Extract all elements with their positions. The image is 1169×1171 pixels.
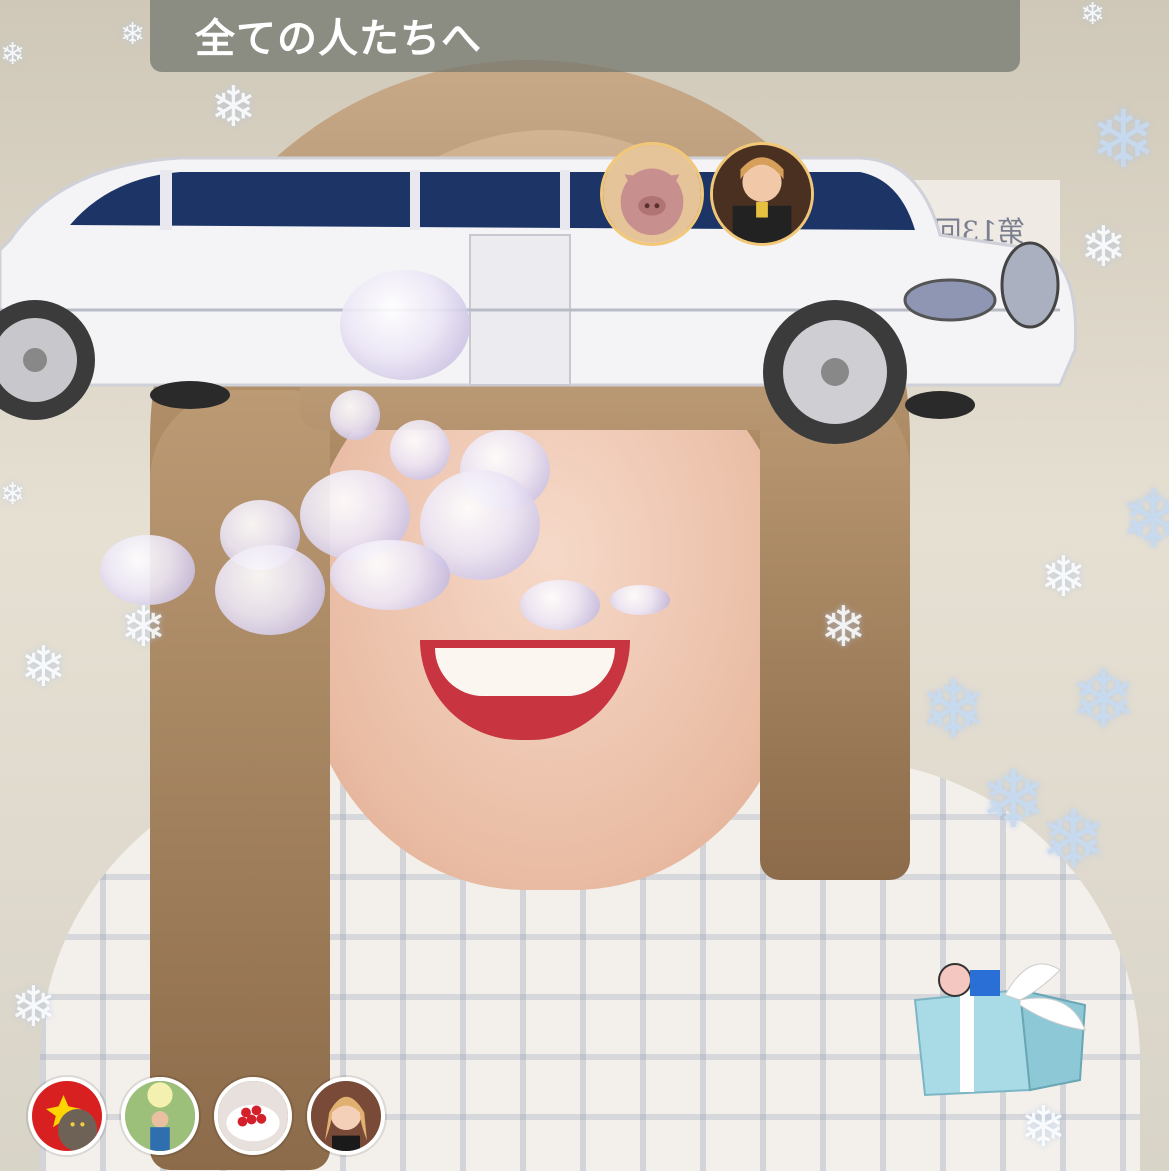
snowflake-icon: ❄ [210,75,257,140]
snowflake-icon: ❄ [1020,1095,1067,1160]
snowflake-icon: ❄ [1040,793,1108,886]
cat-avatar-icon [32,1081,102,1151]
viewer-avatar-cat[interactable] [28,1077,106,1155]
snowflake-icon: ❄ [1040,545,1087,610]
snowflake-icon: ❄ [20,635,67,700]
bubble-effect [330,390,380,440]
viewer-avatar-pig[interactable] [600,142,704,246]
stream-title-text: 全ての人たちへ [195,16,482,62]
snowflake-icon: ❄ [920,663,988,756]
limousine-gift-animation [0,156,1078,444]
snowflake-icon: ❄ [1080,215,1127,280]
bubble-effect [100,535,195,605]
pig-avatar-icon [603,145,701,243]
snowflake-icon: ❄ [1090,93,1158,186]
snowflake-icon: ❄ [0,37,26,72]
bubble-effect [520,580,600,630]
bubble-effect [330,540,450,610]
snowflake-icon: ❄ [1070,653,1138,746]
bubble-effect [610,585,670,615]
snowflake-icon: ❄ [1120,473,1169,566]
snowflake-icon: ❄ [820,595,867,660]
snowflake-icon: ❄ [980,753,1048,846]
bubble-effect [340,270,470,380]
viewer-avatar-cake[interactable] [214,1077,292,1155]
streamer-teeth [435,648,615,696]
snowflake-icon: ❄ [120,595,167,660]
woman-drink-avatar-icon [713,145,811,243]
live-stream-video: 第13回MissBe ❄ ❄ ❄ ❄ ❄ ❄ ❄ ❄ ❄ ❄ ❄ ❄ ❄ ❄ ❄… [0,0,1169,1171]
viewer-avatar-woman-selfie[interactable] [307,1077,385,1155]
snowflake-icon: ❄ [0,477,26,512]
gift-box-button[interactable] [910,950,1090,1100]
cake-avatar-icon [218,1081,288,1151]
bubble-effect [390,420,450,480]
outdoor-person-avatar-icon [125,1081,195,1151]
snowflake-icon: ❄ [1080,0,1106,32]
woman-selfie-avatar-icon [311,1081,381,1151]
bubble-effect [215,545,325,635]
viewer-avatar-woman-drink[interactable] [710,142,814,246]
viewer-avatar-outdoor[interactable] [121,1077,199,1155]
snowflake-icon: ❄ [10,975,57,1040]
snowflake-icon: ❄ [120,17,146,52]
